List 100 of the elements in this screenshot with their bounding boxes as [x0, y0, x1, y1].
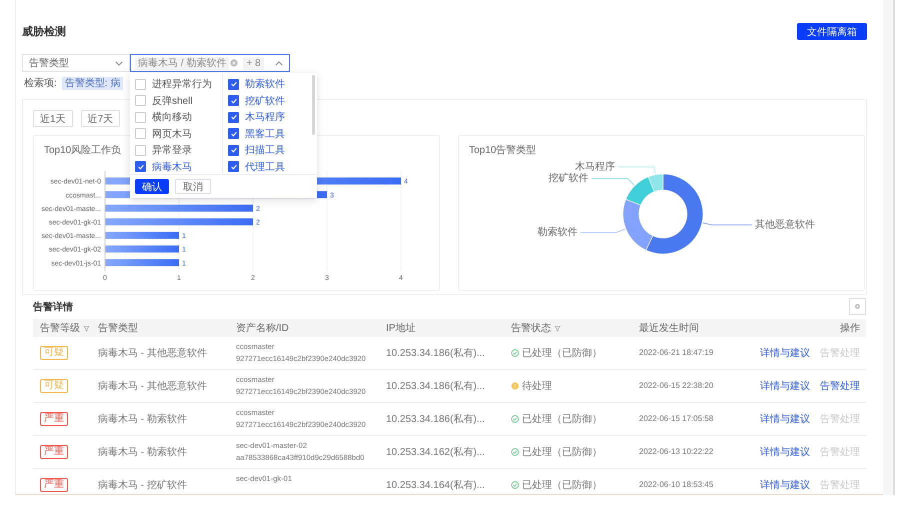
scrollbar[interactable] — [883, 0, 895, 495]
confirm-button[interactable]: 确认 — [135, 179, 169, 194]
table-cell-text: 病毒木马 - 其他恶意软件 — [98, 346, 207, 360]
column-header: 资产名称/ID — [236, 322, 289, 335]
option-label: 进程异常行为 — [152, 78, 212, 92]
chevron-up-icon — [275, 60, 283, 66]
leader-line — [591, 178, 634, 186]
status-text: 已处理（已防御） — [522, 446, 602, 459]
slice-label: 其他恶意软件 — [754, 219, 815, 230]
table-cell: 2022-06-13 10:22:22 — [639, 447, 714, 457]
option-item[interactable]: 异常登录 — [130, 142, 222, 158]
check-circle-icon — [511, 481, 519, 489]
option-item[interactable]: 勒索软件 — [223, 76, 317, 92]
action-link[interactable]: 告警处理 — [820, 379, 860, 393]
search-chip[interactable]: 告警类型: 病 — [62, 76, 124, 90]
status-text: 待处理 — [522, 380, 552, 393]
table-cell-text: 10.253.34.186(私有)... — [386, 413, 485, 426]
option-item[interactable]: 进程异常行为 — [130, 76, 222, 92]
table-cell-text: 病毒木马 - 挖矿软件 — [98, 478, 187, 492]
scrollbar[interactable] — [312, 75, 315, 135]
close-icon[interactable] — [230, 59, 238, 67]
chart-title: Top10告警类型 — [469, 144, 536, 157]
table-cell: 2022-06-15 22:38:20 — [639, 381, 714, 391]
status-text: 已处理（已防御） — [522, 478, 602, 492]
level-badge: 严重 — [40, 445, 68, 459]
table-cell-text: 10.253.34.186(私有)... — [386, 347, 485, 360]
option-item[interactable]: 病毒木马 — [130, 158, 222, 175]
level-badge: 可疑 — [40, 379, 68, 393]
option-label: 挖矿软件 — [245, 94, 285, 108]
settings-button[interactable] — [849, 298, 866, 315]
more-count-tag: + 8 — [243, 56, 264, 70]
option-label: 反弹shell — [152, 94, 193, 108]
gear-icon — [854, 303, 861, 310]
slice-label: 勒索软件 — [538, 226, 578, 238]
action-link[interactable]: 详情与建议 — [760, 346, 810, 360]
leader-line — [618, 166, 656, 174]
pending-icon — [511, 382, 519, 390]
option-item[interactable]: 挖矿软件 — [223, 92, 317, 109]
checkbox[interactable] — [228, 161, 239, 172]
option-item[interactable]: 黑客工具 — [223, 126, 317, 142]
check-circle-icon — [511, 349, 519, 357]
option-item[interactable]: 横向移动 — [130, 109, 222, 126]
table-cell: 2022-06-10 18:53:45 — [639, 480, 714, 490]
chart-title: Top10风险工作负 — [44, 144, 122, 157]
table-cell-text: 病毒木马 - 勒索软件 — [98, 446, 187, 459]
column-header: IP地址 — [386, 322, 416, 335]
checkbox[interactable] — [135, 161, 146, 172]
option-label: 勒索软件 — [245, 78, 285, 92]
option-item[interactable]: 木马程序 — [223, 109, 317, 126]
time-range-button[interactable]: 近1天 — [33, 110, 73, 127]
table-cell-text: 10.253.34.164(私有)... — [386, 479, 485, 492]
table-cell: 2022-06-21 18:47:19 — [639, 348, 714, 358]
leader-line — [580, 228, 626, 233]
checkbox[interactable] — [228, 95, 239, 106]
level-badge: 严重 — [40, 478, 68, 492]
column-header: 操作 — [840, 322, 860, 335]
checkbox[interactable] — [228, 78, 239, 90]
filter-icon[interactable] — [554, 324, 561, 332]
action-link[interactable]: 详情与建议 — [760, 445, 810, 459]
option-label: 黑客工具 — [245, 128, 285, 141]
status-text: 已处理（已防御） — [522, 346, 602, 360]
checkbox[interactable] — [228, 112, 239, 123]
multi-select[interactable]: 病毒木马 / 勒索软件 + 8 — [130, 54, 290, 72]
isolation-button[interactable]: 文件隔离箱 — [797, 23, 867, 40]
check-circle-icon — [511, 448, 519, 456]
table-cell-text: 10.253.34.186(私有)... — [386, 380, 485, 393]
option-label: 木马程序 — [245, 110, 285, 124]
checkbox[interactable] — [228, 144, 239, 156]
option-item[interactable]: 反弹shell — [130, 92, 222, 109]
status-text: 已处理（已防御） — [522, 412, 602, 426]
option-item[interactable]: 网页木马 — [130, 126, 222, 142]
filter-icon[interactable] — [83, 324, 90, 332]
level-badge: 可疑 — [40, 346, 68, 360]
cancel-button[interactable]: 取消 — [175, 179, 211, 194]
action-link[interactable]: 详情与建议 — [760, 478, 810, 492]
option-item[interactable]: 扫描工具 — [223, 142, 317, 158]
search-items-label: 检索项: — [24, 76, 57, 90]
action-link[interactable]: 详情与建议 — [760, 412, 810, 426]
column-header: 告警状态 — [511, 322, 551, 335]
option-item[interactable]: 代理工具 — [223, 158, 317, 175]
slice-label: 木马程序 — [575, 161, 615, 172]
chevron-down-icon — [115, 60, 123, 66]
table-cell-text: 10.253.34.162(私有)... — [386, 446, 485, 459]
type-select[interactable]: 告警类型 — [22, 54, 130, 72]
option-label: 病毒木马 — [152, 160, 192, 174]
page-title: 威胁检测 — [22, 24, 66, 39]
checkbox[interactable] — [228, 128, 239, 140]
section-title: 告警详情 — [33, 300, 73, 314]
table-cell-text: 病毒木马 - 其他恶意软件 — [98, 380, 207, 393]
option-label: 代理工具 — [245, 160, 285, 174]
column-header: 告警等级 — [40, 322, 80, 335]
option-label: 横向移动 — [152, 110, 192, 124]
check-circle-icon — [511, 415, 519, 423]
time-range-button[interactable]: 近7天 — [80, 110, 120, 127]
option-label: 扫描工具 — [245, 144, 285, 158]
option-label: 网页木马 — [152, 128, 192, 141]
table-cell: 2022-06-15 17:05:58 — [639, 414, 714, 424]
leader-line — [702, 222, 752, 226]
slice-label: 挖矿软件 — [548, 173, 589, 184]
action-link[interactable]: 详情与建议 — [760, 379, 810, 393]
